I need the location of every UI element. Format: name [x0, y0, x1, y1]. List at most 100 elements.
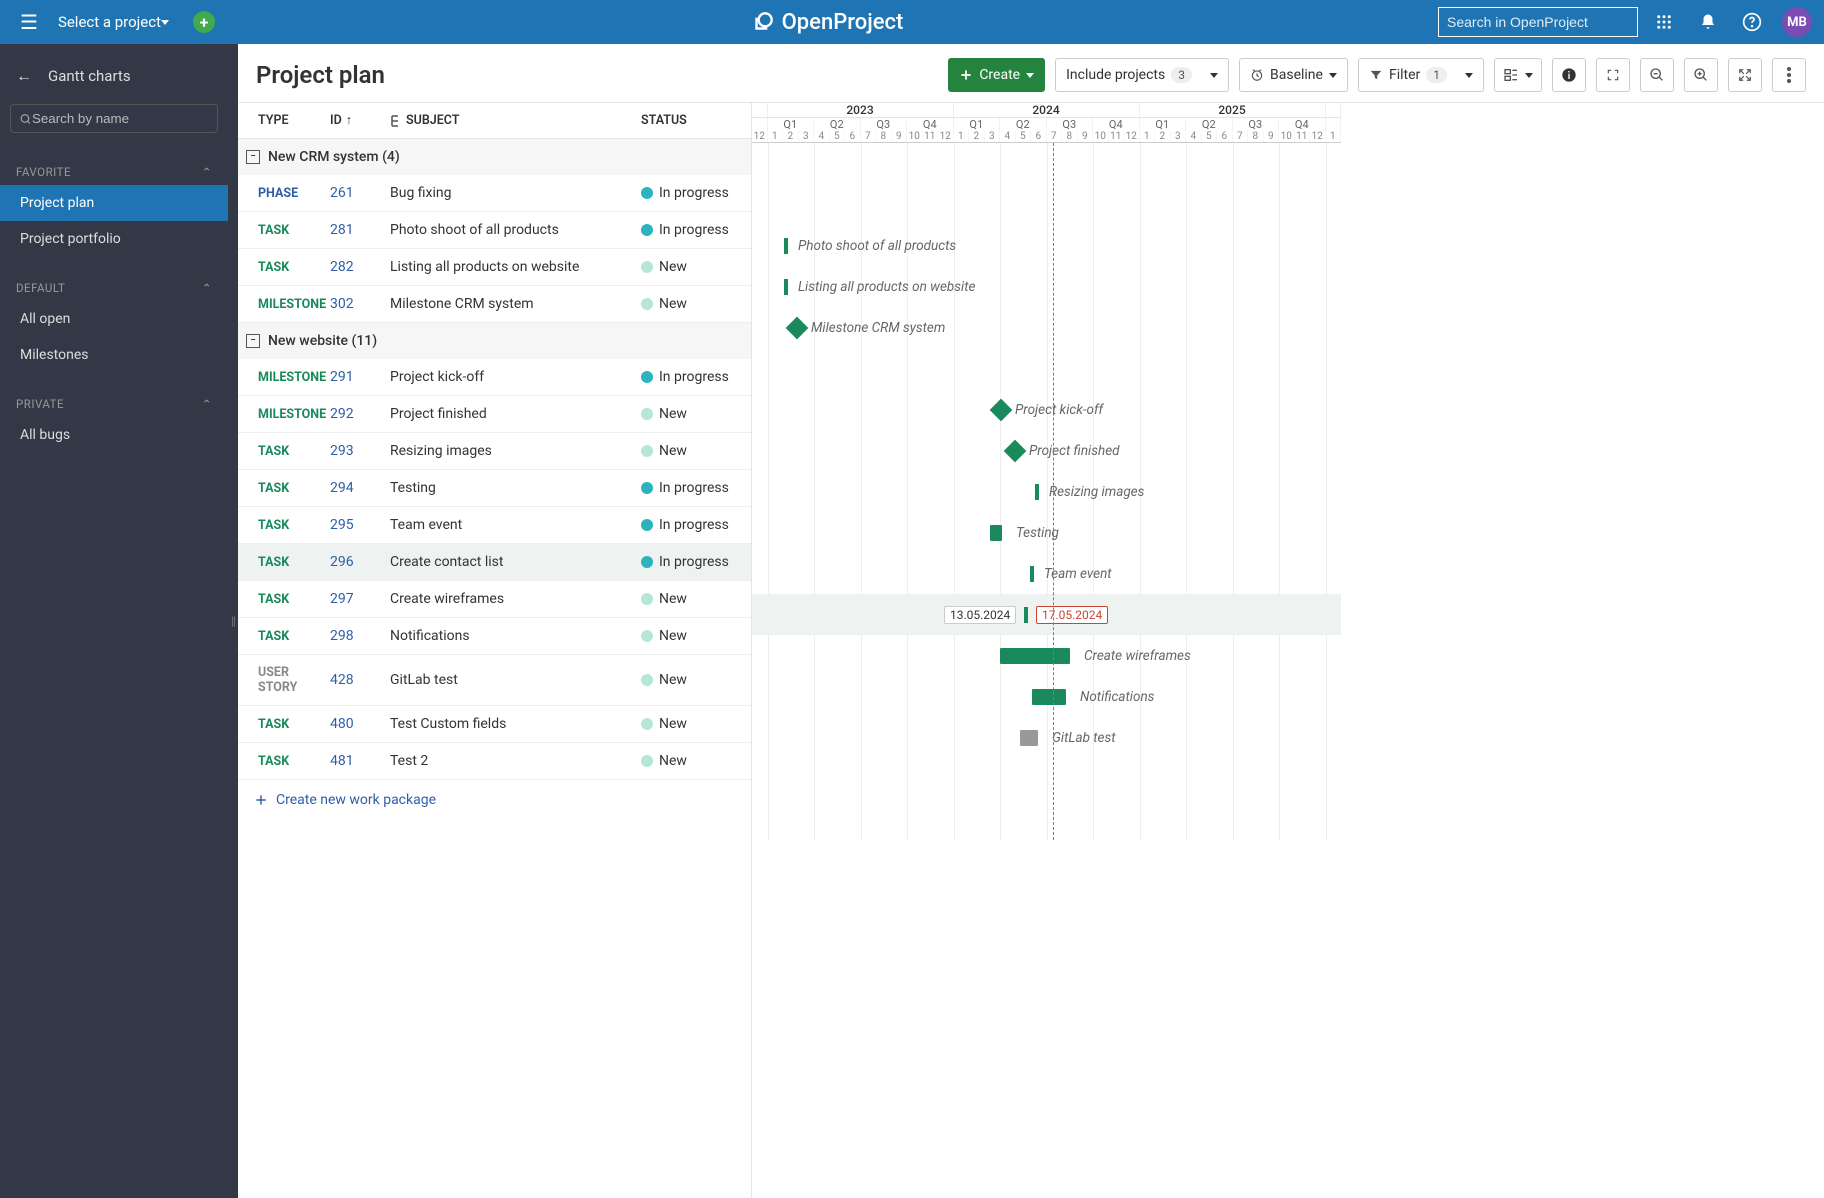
create-work-package-link[interactable]: Create new work package	[238, 780, 751, 820]
subject-cell: Photo shoot of all products	[390, 222, 641, 238]
create-button[interactable]: Create	[948, 58, 1045, 92]
more-button[interactable]	[1772, 58, 1806, 92]
gantt-bar[interactable]	[1000, 648, 1070, 664]
id-link[interactable]: 480	[330, 716, 390, 732]
id-link[interactable]: 261	[330, 185, 390, 201]
gantt-tick[interactable]	[1035, 484, 1039, 500]
sidebar-item-all-open[interactable]: All open	[0, 301, 228, 337]
include-projects-button[interactable]: Include projects 3	[1055, 58, 1229, 92]
gantt-bar[interactable]	[1032, 689, 1066, 705]
gantt-milestone[interactable]	[786, 316, 809, 339]
gantt-tick[interactable]	[1024, 607, 1028, 623]
sidebar-item-milestones[interactable]: Milestones	[0, 337, 228, 373]
auto-zoom-button[interactable]	[1728, 58, 1762, 92]
sidebar-item-project-portfolio[interactable]: Project portfolio	[0, 221, 228, 257]
chevron-down-icon	[1465, 73, 1473, 78]
chevron-up-icon: ⌃	[202, 281, 212, 295]
id-link[interactable]: 281	[330, 222, 390, 238]
sidebar-search[interactable]	[10, 104, 218, 133]
sidebar-item-project-plan[interactable]: Project plan	[0, 185, 228, 221]
hierarchy-icon	[390, 114, 400, 128]
table-row[interactable]: TASK 282 Listing all products on website…	[238, 249, 751, 286]
table-row[interactable]: TASK 293 Resizing images New	[238, 433, 751, 470]
quarter-label: Q2	[1186, 118, 1233, 131]
help-icon[interactable]	[1734, 4, 1770, 40]
id-link[interactable]: 282	[330, 259, 390, 275]
table-row[interactable]: MILESTONE 291 Project kick-off In progre…	[238, 359, 751, 396]
filter-button[interactable]: Filter 1	[1358, 58, 1484, 92]
col-status[interactable]: STATUS	[641, 113, 751, 128]
col-id[interactable]: ID ↑	[330, 113, 390, 128]
info-button[interactable]	[1552, 58, 1586, 92]
table-row[interactable]: TASK 281 Photo shoot of all products In …	[238, 212, 751, 249]
table-row[interactable]: TASK 296 Create contact list In progress	[238, 544, 751, 581]
zoom-in-button[interactable]	[1684, 58, 1718, 92]
gantt-milestone[interactable]	[1004, 439, 1027, 462]
sidebar-group-private[interactable]: PRIVATE⌃	[0, 391, 228, 417]
id-link[interactable]: 302	[330, 296, 390, 312]
table-row[interactable]: TASK 294 Testing In progress	[238, 470, 751, 507]
fullscreen-button[interactable]	[1596, 58, 1630, 92]
col-type[interactable]: TYPE	[238, 113, 330, 128]
chevron-down-icon	[1210, 73, 1218, 78]
table-group[interactable]: −New CRM system (4)	[238, 139, 751, 175]
collapse-icon[interactable]: −	[246, 334, 260, 348]
zoom-out-button[interactable]	[1640, 58, 1674, 92]
table-row[interactable]: TASK 480 Test Custom fields New	[238, 706, 751, 743]
gantt-tick[interactable]	[784, 238, 788, 254]
search-input[interactable]	[1447, 14, 1628, 30]
sidebar-resizer[interactable]: ||	[228, 44, 238, 1198]
id-link[interactable]: 297	[330, 591, 390, 607]
status-cell: New	[641, 406, 751, 422]
quick-add-button[interactable]: +	[193, 11, 215, 33]
id-link[interactable]: 428	[330, 672, 390, 688]
baseline-button[interactable]: Baseline	[1239, 58, 1348, 92]
modules-icon[interactable]	[1646, 4, 1682, 40]
gantt-pane[interactable]: 202320242025 Q1Q2Q3Q4Q1Q2Q3Q4Q1Q2Q3Q4 12…	[752, 103, 1824, 1198]
month-label: 11	[923, 131, 939, 142]
sidebar-group-favorite[interactable]: FAVORITE⌃	[0, 159, 228, 185]
id-link[interactable]: 296	[330, 554, 390, 570]
kebab-icon	[1787, 67, 1791, 83]
gantt-milestone[interactable]	[990, 398, 1013, 421]
table-row[interactable]: TASK 481 Test 2 New	[238, 743, 751, 780]
table-row[interactable]: TASK 295 Team event In progress	[238, 507, 751, 544]
id-link[interactable]: 294	[330, 480, 390, 496]
gantt-tick[interactable]	[784, 279, 788, 295]
table-row[interactable]: MILESTONE 292 Project finished New	[238, 396, 751, 433]
avatar[interactable]: MB	[1782, 7, 1812, 37]
settings-dropdown[interactable]	[1494, 58, 1542, 92]
table-row[interactable]: USER STORY 428 GitLab test New	[238, 655, 751, 706]
id-link[interactable]: 291	[330, 369, 390, 385]
sidebar-group-default[interactable]: DEFAULT⌃	[0, 275, 228, 301]
month-label: 3	[799, 131, 815, 142]
col-subject[interactable]: SUBJECT	[390, 113, 641, 128]
sidebar-search-input[interactable]	[32, 111, 209, 126]
bell-icon[interactable]	[1690, 4, 1726, 40]
status-cell: In progress	[641, 222, 751, 238]
project-select[interactable]: Select a project	[58, 13, 169, 31]
gantt-bar[interactable]	[1020, 730, 1038, 746]
quarter-label: Q2	[814, 118, 861, 131]
id-link[interactable]: 292	[330, 406, 390, 422]
gantt-tick[interactable]	[1030, 566, 1034, 582]
id-link[interactable]: 298	[330, 628, 390, 644]
quarter-label: Q1	[1140, 118, 1187, 131]
id-link[interactable]: 293	[330, 443, 390, 459]
table-row[interactable]: TASK 298 Notifications New	[238, 618, 751, 655]
id-link[interactable]: 295	[330, 517, 390, 533]
id-link[interactable]: 481	[330, 753, 390, 769]
menu-icon[interactable]: ☰	[12, 6, 46, 38]
sidebar-item-all-bugs[interactable]: All bugs	[0, 417, 228, 453]
table-row[interactable]: PHASE 261 Bug fixing In progress	[238, 175, 751, 212]
gantt-bar[interactable]	[990, 525, 1002, 541]
global-search[interactable]	[1438, 7, 1638, 37]
table-group[interactable]: −New website (11)	[238, 323, 751, 359]
table-row[interactable]: MILESTONE 302 Milestone CRM system New	[238, 286, 751, 323]
table-row[interactable]: TASK 297 Create wireframes New	[238, 581, 751, 618]
collapse-icon[interactable]: −	[246, 150, 260, 164]
subject-cell: Project kick-off	[390, 369, 641, 385]
type-cell: TASK	[238, 629, 330, 644]
back-arrow-icon[interactable]: ←	[16, 66, 32, 86]
quarter-label: Q4	[1279, 118, 1326, 131]
